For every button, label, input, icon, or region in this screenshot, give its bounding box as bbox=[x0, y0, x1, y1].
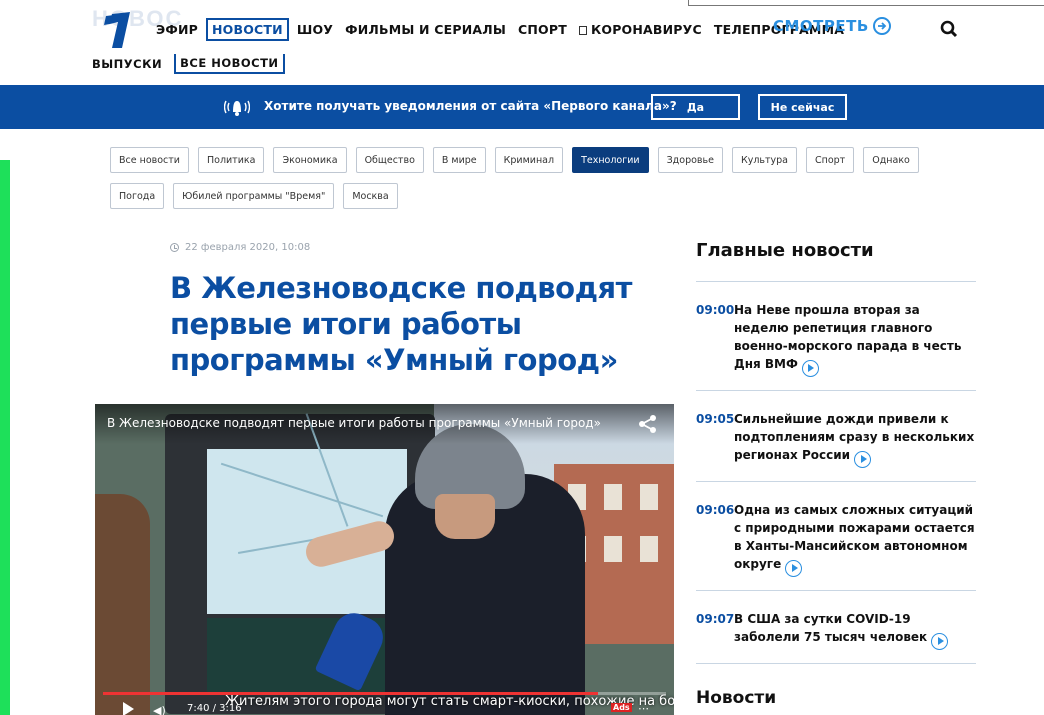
category-weather[interactable]: Погода bbox=[110, 183, 165, 209]
category-politics[interactable]: Политика bbox=[197, 147, 265, 173]
play-circle-icon[interactable] bbox=[931, 632, 949, 650]
category-all-news[interactable]: Все новости bbox=[110, 147, 189, 173]
news-time: 09:05 bbox=[696, 412, 735, 426]
bell-icon bbox=[224, 100, 250, 116]
nav-item-sport[interactable]: СПОРТ bbox=[514, 20, 571, 39]
share-icon[interactable] bbox=[638, 414, 658, 434]
news-item[interactable]: 09:00 На Неве прошла вторая за неделю ре… bbox=[696, 301, 976, 377]
news-time: 09:07 bbox=[696, 612, 735, 626]
category-crime[interactable]: Криминал bbox=[494, 147, 564, 173]
sidebar-divider bbox=[696, 390, 976, 391]
notification-no-button[interactable]: Не сейчас bbox=[758, 94, 847, 120]
nav-item-show[interactable]: ШОУ bbox=[293, 20, 337, 39]
news-headline-text: В США за сутки COVID-19 заболели 75 тыся… bbox=[734, 612, 928, 644]
top-news-title: Главные новости bbox=[696, 240, 874, 261]
video-title[interactable]: В Железноводске подводят первые итоги ра… bbox=[107, 416, 601, 430]
play-circle-icon[interactable] bbox=[801, 359, 819, 377]
sub-navigation: ВЫПУСКИ ВСЕ НОВОСТИ bbox=[92, 54, 297, 74]
category-economy[interactable]: Экономика bbox=[273, 147, 347, 173]
news-item[interactable]: 09:06 Одна из самых сложных ситуаций с п… bbox=[696, 501, 976, 577]
video-frame-reporter bbox=[95, 494, 150, 715]
clock-icon bbox=[170, 243, 179, 252]
coronavirus-icon bbox=[578, 26, 587, 35]
more-options-icon[interactable]: ⋯ bbox=[638, 702, 649, 715]
category-sport[interactable]: Спорт bbox=[806, 147, 855, 173]
article-date: 22 февраля 2020, 10:08 bbox=[170, 242, 310, 253]
channel-one-logo[interactable] bbox=[102, 10, 134, 50]
news-headline: Одна из самых сложных ситуаций с природн… bbox=[734, 501, 976, 577]
category-health[interactable]: Здоровье bbox=[657, 147, 723, 173]
news-headline: На Неве прошла вторая за неделю репетици… bbox=[734, 301, 976, 377]
category-filters: Все новости Политика Экономика Общество … bbox=[110, 147, 940, 219]
sidebar-divider bbox=[696, 590, 976, 591]
notification-text: Хотите получать уведомления от сайта «Пе… bbox=[264, 99, 677, 113]
subnav-item-releases[interactable]: ВЫПУСКИ bbox=[92, 57, 162, 71]
nav-item-efir[interactable]: ЭФИР bbox=[152, 20, 202, 39]
news-time: 09:00 bbox=[696, 303, 735, 317]
search-icon[interactable] bbox=[940, 20, 958, 38]
video-player[interactable]: В Железноводске подводят первые итоги ра… bbox=[95, 404, 674, 715]
play-circle-icon[interactable] bbox=[785, 559, 803, 577]
play-circle-icon[interactable] bbox=[854, 450, 872, 468]
arrow-right-icon bbox=[872, 17, 891, 35]
sidebar-divider bbox=[696, 663, 976, 664]
video-frame-face bbox=[435, 494, 495, 539]
volume-icon[interactable]: ◀) bbox=[153, 704, 166, 715]
news-headline: Сильнейшие дожди привели к подтоплениям … bbox=[734, 410, 976, 468]
notification-yes-button[interactable]: Да bbox=[651, 94, 740, 120]
video-frame-window bbox=[640, 484, 658, 510]
top-navigation: НОВОС ЭФИР НОВОСТИ ШОУ ФИЛЬМЫ И СЕРИАЛЫ … bbox=[0, 0, 1044, 84]
news-item[interactable]: 09:07 В США за сутки COVID-19 заболели 7… bbox=[696, 610, 976, 650]
video-time: 7:40 / 3:16 bbox=[187, 703, 242, 714]
video-frame-window bbox=[604, 536, 622, 562]
video-frame-window bbox=[640, 536, 658, 562]
news-section-title: Новости bbox=[696, 688, 777, 708]
green-marker-bar bbox=[0, 160, 10, 715]
news-headline-text: На Неве прошла вторая за неделю репетици… bbox=[734, 303, 962, 371]
category-society[interactable]: Общество bbox=[355, 147, 424, 173]
video-frame-window bbox=[604, 484, 622, 510]
video-controls: ◀) 7:40 / 3:16 Ads ⋯ bbox=[95, 700, 674, 715]
nav-item-news[interactable]: НОВОСТИ bbox=[206, 18, 289, 41]
category-vremya-jubilee[interactable]: Юбилей программы "Время" bbox=[173, 183, 335, 209]
category-technology[interactable]: Технологии bbox=[572, 147, 649, 173]
window-corner-line bbox=[688, 0, 1044, 6]
nav-item-coronavirus[interactable]: КОРОНАВИРУС bbox=[575, 20, 706, 39]
news-headline: В США за сутки COVID-19 заболели 75 тыся… bbox=[734, 610, 976, 650]
news-item[interactable]: 09:05 Сильнейшие дожди привели к подтопл… bbox=[696, 410, 976, 468]
notification-bar: Хотите получать уведомления от сайта «Пе… bbox=[0, 85, 1044, 129]
main-menu: ЭФИР НОВОСТИ ШОУ ФИЛЬМЫ И СЕРИАЛЫ СПОРТ … bbox=[152, 18, 852, 41]
nav-item-coronavirus-label: КОРОНАВИРУС bbox=[590, 22, 702, 37]
nav-item-films[interactable]: ФИЛЬМЫ И СЕРИАЛЫ bbox=[341, 20, 510, 39]
sidebar-divider bbox=[696, 281, 976, 282]
watch-button[interactable]: СМОТРЕТЬ bbox=[773, 17, 891, 35]
video-frame-map-road bbox=[220, 462, 384, 518]
category-odnako[interactable]: Однако bbox=[863, 147, 919, 173]
category-culture[interactable]: Культура bbox=[731, 147, 797, 173]
subnav-item-all-news[interactable]: ВСЕ НОВОСТИ bbox=[174, 54, 285, 74]
news-time: 09:06 bbox=[696, 503, 735, 517]
article-headline: В Железноводске подводят первые итоги ра… bbox=[170, 271, 632, 377]
category-world[interactable]: В мире bbox=[432, 147, 486, 173]
video-progress-fill bbox=[103, 692, 599, 695]
news-headline-text: Одна из самых сложных ситуаций с природн… bbox=[734, 503, 975, 571]
video-progress-bar[interactable] bbox=[103, 692, 666, 695]
play-icon[interactable] bbox=[123, 702, 134, 715]
ads-badge: Ads bbox=[611, 703, 632, 712]
watch-label: СМОТРЕТЬ bbox=[773, 17, 869, 35]
category-moscow[interactable]: Москва bbox=[343, 183, 398, 209]
article-date-text: 22 февраля 2020, 10:08 bbox=[185, 242, 311, 253]
sidebar-divider bbox=[696, 481, 976, 482]
